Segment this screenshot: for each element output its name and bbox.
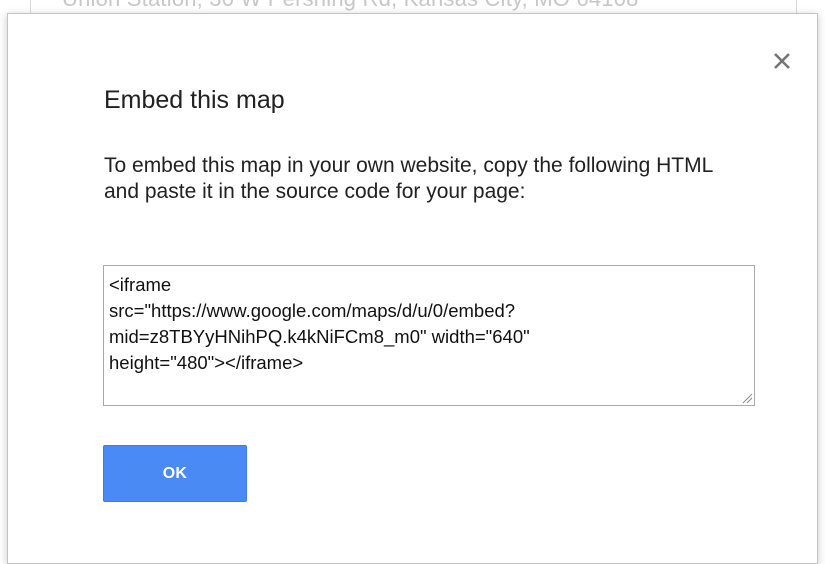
embed-map-dialog: Embed this map To embed this map in your… (7, 13, 818, 564)
close-icon (774, 53, 790, 69)
background-address-text: Union Station, 30 W Pershing Rd, Kansas … (62, 0, 639, 12)
close-button[interactable] (769, 48, 795, 74)
ok-button[interactable]: OK (103, 445, 247, 502)
dialog-description: To embed this map in your own website, c… (104, 154, 713, 203)
dialog-title: Embed this map (104, 86, 285, 114)
embed-code-textarea[interactable]: <iframe src="https://www.google.com/maps… (103, 265, 755, 406)
resize-grip-icon[interactable] (741, 392, 753, 404)
